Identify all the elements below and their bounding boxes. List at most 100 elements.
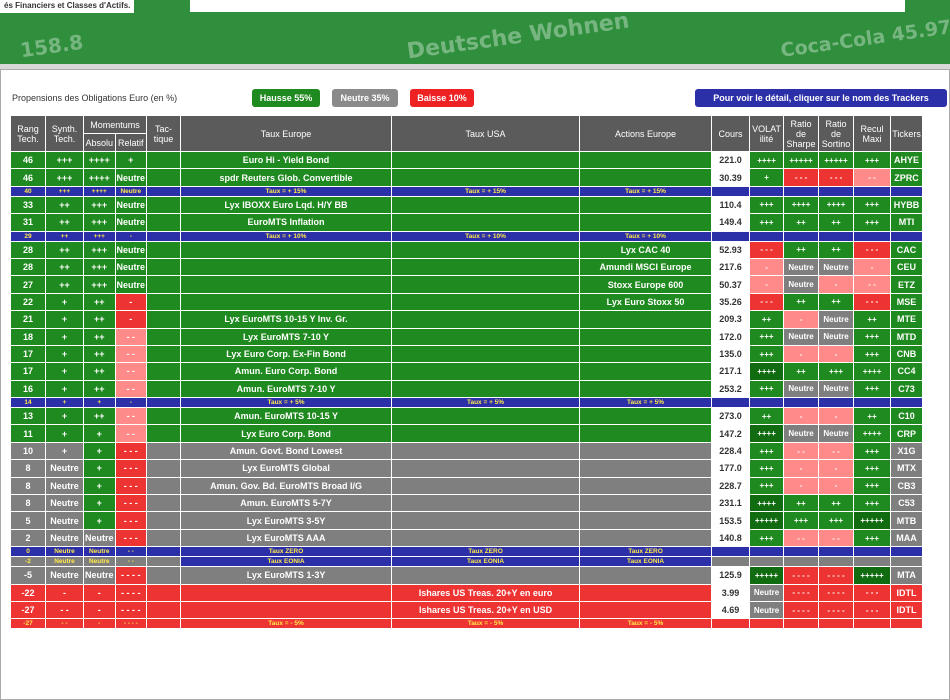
cell-ticker[interactable]: MTE — [890, 310, 924, 329]
ghost-ticker-text: 158.8 — [18, 29, 85, 63]
cell-ticker[interactable]: CB3 — [890, 476, 924, 496]
cell-tactique — [146, 441, 182, 461]
cell-ticker[interactable]: CNB — [890, 344, 924, 364]
cell-actions-europe[interactable]: Lyx Euro Stoxx 50 — [579, 292, 713, 312]
cell-ticker[interactable]: IDTL — [890, 600, 924, 620]
cell-ticker[interactable]: C53 — [890, 494, 924, 513]
col-tactique[interactable]: Tac- tique — [146, 115, 182, 152]
cell-taux-europe[interactable]: Lyx Euro Corp. Ex-Fin Bond — [180, 344, 393, 364]
table-row: 33 ++ +++ Neutre Lyx IBOXX Euro Lqd. H/Y BB 1… — [10, 195, 924, 215]
cell-tactique — [146, 424, 182, 443]
col-volatilite[interactable]: VOLAT ilité — [749, 115, 785, 152]
col-absolu[interactable]: Absolu — [83, 133, 116, 152]
cell-actions-europe — [579, 344, 713, 364]
cell-synth: + — [45, 292, 84, 312]
cell-volatilite: ++++ — [749, 424, 785, 443]
cell-taux-europe[interactable]: Lyx IBOXX Euro Lqd. H/Y BB — [180, 195, 393, 215]
cell-recul: - - - — [853, 292, 892, 312]
cell-ticker — [890, 185, 924, 197]
hausse-badge: Hausse 55% — [252, 89, 320, 107]
col-sortino[interactable]: Ratio de Sortino — [818, 115, 855, 152]
cell-taux-europe[interactable]: Lyx EuroMTS 10-15 Y Inv. Gr. — [180, 310, 393, 329]
cell-ticker[interactable]: AHYE — [890, 150, 924, 170]
cell-actions-europe[interactable]: Stoxx Europe 600 — [579, 275, 713, 294]
col-synth[interactable]: Synth. Tech. — [45, 115, 84, 152]
col-actions-europe[interactable]: Actions Europe — [579, 115, 713, 152]
cell-taux-europe[interactable]: Amun. EuroMTS 5-7Y — [180, 494, 393, 513]
cell-taux-europe[interactable]: Amun. EuroMTS 7-10 Y — [180, 379, 393, 399]
cell-taux-europe[interactable]: Amun. Govt. Bond Lowest — [180, 441, 393, 461]
trackers-table: Rang Tech. Synth. Tech. Momentums Tac- t… — [10, 115, 924, 630]
cell-taux-europe[interactable]: Lyx EuroMTS 1-3Y — [180, 566, 393, 585]
cell-volatilite: +++ — [749, 441, 785, 461]
col-rang[interactable]: Rang Tech. — [10, 115, 46, 152]
col-taux-europe[interactable]: Taux Europe — [180, 115, 393, 152]
cell-ticker[interactable]: CAC — [890, 240, 924, 259]
cell-ticker[interactable]: MTD — [890, 327, 924, 346]
cell-volatilite — [749, 556, 785, 568]
cell-ticker[interactable]: MSE — [890, 292, 924, 312]
detail-hint-button[interactable]: Pour voir le détail, cliquer sur le nom … — [695, 89, 947, 107]
cell-cours: 125.9 — [711, 566, 751, 585]
cell-taux-usa[interactable]: Ishares US Treas. 20+Y en euro — [391, 583, 581, 602]
cell-taux-europe[interactable]: Amun. Euro Corp. Bond — [180, 362, 393, 381]
cell-ticker[interactable]: ZPRC — [890, 168, 924, 187]
cell-ticker[interactable]: MTA — [890, 566, 924, 585]
propensions-toolbar: Propensions des Obligations Euro (en %) … — [12, 89, 947, 107]
cell-recul: ++ — [853, 407, 892, 426]
cell-taux-europe[interactable]: Amun. EuroMTS 10-15 Y — [180, 407, 393, 426]
cell-ticker[interactable]: CEU — [890, 257, 924, 277]
cell-volatilite: ++ — [749, 310, 785, 329]
col-relatif[interactable]: Relatif — [114, 133, 148, 152]
cell-ticker[interactable]: IDTL — [890, 583, 924, 602]
cell-taux-europe — [180, 292, 393, 312]
cell-ticker[interactable]: MTI — [890, 213, 924, 232]
col-sharpe[interactable]: Ratio de Sharpe — [783, 115, 820, 152]
cell-actions-europe[interactable]: Amundi MSCI Europe — [579, 257, 713, 277]
cell-ticker[interactable]: X1G — [890, 441, 924, 461]
cell-rang: 28 — [10, 240, 46, 259]
cell-actions-europe — [579, 310, 713, 329]
col-cours[interactable]: Cours — [711, 115, 751, 152]
cell-taux-europe[interactable]: Lyx EuroMTS 7-10 Y — [180, 327, 393, 346]
baisse-badge: Baisse 10% — [410, 89, 474, 107]
cell-volatilite: +++ — [749, 195, 785, 215]
col-tickers[interactable]: Tickers — [890, 115, 924, 152]
cell-relatif: - - - - — [114, 583, 148, 602]
cell-rang: -22 — [10, 583, 46, 602]
cell-actions-europe[interactable]: Lyx CAC 40 — [579, 240, 713, 259]
cell-volatilite: - - - — [749, 240, 785, 259]
cell-tactique — [146, 185, 182, 197]
cell-taux-europe[interactable]: Lyx EuroMTS 3-5Y — [180, 511, 393, 530]
cell-taux-usa[interactable]: Ishares US Treas. 20+Y en USD — [391, 600, 581, 620]
cell-taux-europe[interactable]: Lyx EuroMTS Global — [180, 459, 393, 478]
cell-sortino: ++ — [818, 213, 855, 232]
cell-taux-europe[interactable]: EuroMTS Inflation — [180, 213, 393, 232]
cell-volatilite: +++++ — [749, 566, 785, 585]
col-taux-usa[interactable]: Taux USA — [391, 115, 581, 152]
cell-ticker[interactable]: C73 — [890, 379, 924, 399]
cell-ticker[interactable]: CC4 — [890, 362, 924, 381]
cell-taux-europe[interactable]: Lyx Euro Corp. Bond — [180, 424, 393, 443]
cell-ticker[interactable]: MAA — [890, 528, 924, 548]
cell-cours: 217.6 — [711, 257, 751, 277]
cell-tactique — [146, 546, 182, 558]
cell-taux-europe[interactable]: Amun. Gov. Bd. EuroMTS Broad I/G — [180, 476, 393, 496]
cell-cours: 50.37 — [711, 275, 751, 294]
cell-ticker[interactable]: ETZ — [890, 275, 924, 294]
col-recul[interactable]: Recul Maxi — [853, 115, 892, 152]
cell-taux-usa — [391, 407, 581, 426]
cell-ticker[interactable]: C10 — [890, 407, 924, 426]
cell-ticker[interactable]: MTX — [890, 459, 924, 478]
cell-rang: 33 — [10, 195, 46, 215]
cell-taux-europe[interactable]: Euro Hi - Yield Bond — [180, 150, 393, 170]
cell-ticker[interactable]: MTB — [890, 511, 924, 530]
cell-ticker[interactable]: CRP — [890, 424, 924, 443]
cell-absolu: ++ — [83, 327, 116, 346]
cell-taux-europe[interactable]: Lyx EuroMTS AAA — [180, 528, 393, 548]
cell-volatilite: +++ — [749, 213, 785, 232]
cell-tactique — [146, 556, 182, 568]
cell-taux-europe[interactable]: spdr Reuters Glob. Convertible — [180, 168, 393, 187]
cell-sharpe: Neutre — [783, 257, 820, 277]
cell-ticker[interactable]: HYBB — [890, 195, 924, 215]
